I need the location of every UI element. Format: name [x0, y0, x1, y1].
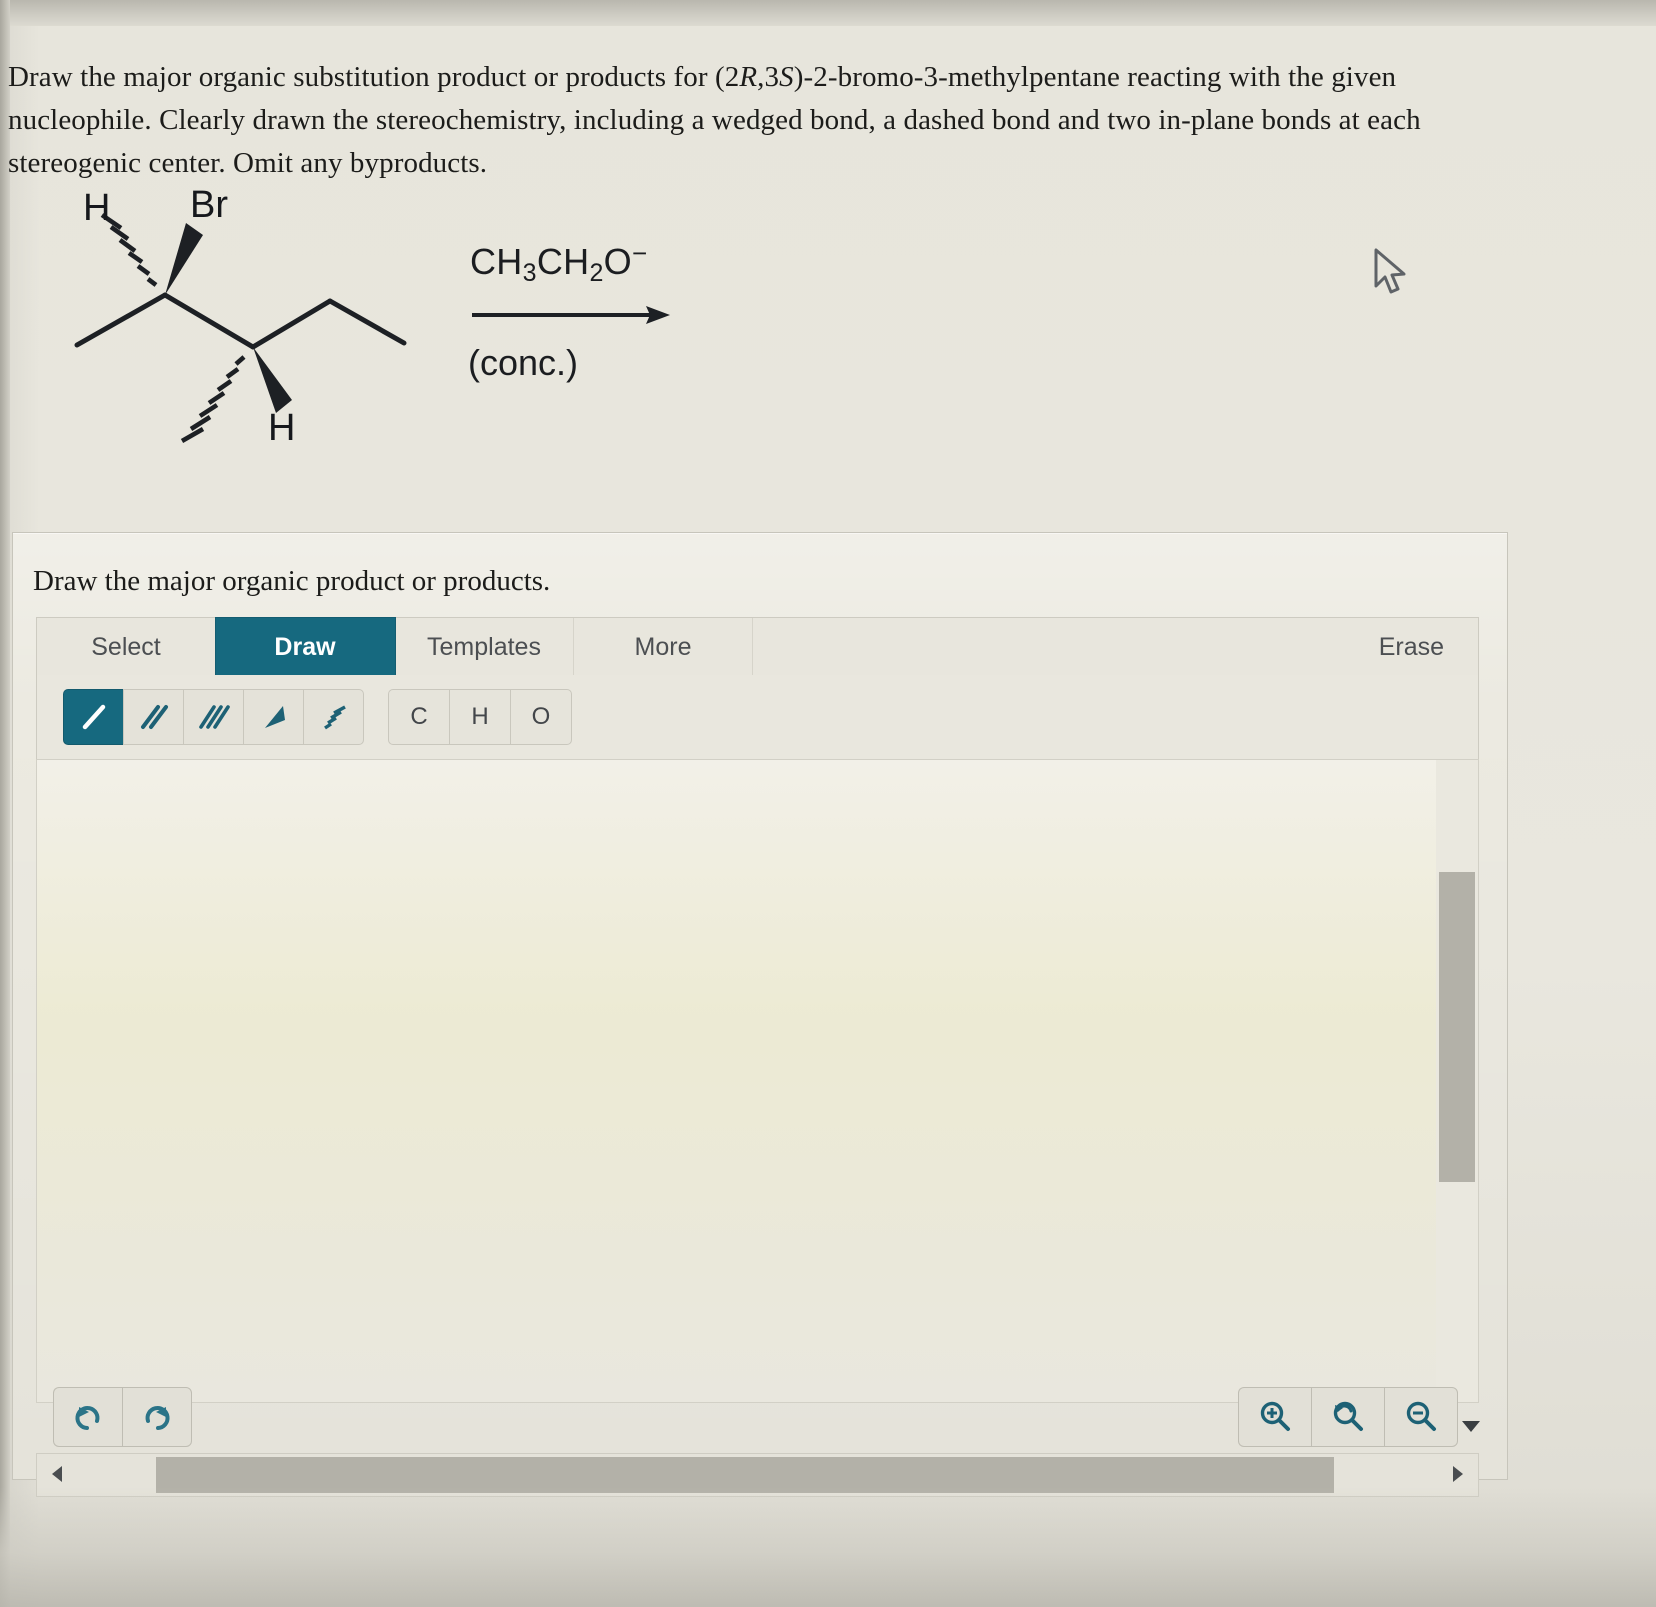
tab-bar-spacer: [753, 618, 1345, 676]
dash-bond-icon: [323, 705, 346, 730]
tab-more[interactable]: More: [574, 618, 753, 676]
reaction-arrow: [470, 295, 675, 335]
wedge-bond-tool[interactable]: [243, 689, 303, 745]
question-line-2: nucleophile. Clearly drawn the stereoche…: [8, 104, 1421, 136]
reagent-charge: −: [631, 238, 648, 268]
question-line-1-part-a: Draw the major organic substitution prod…: [8, 61, 740, 93]
triple-bond-tool[interactable]: [183, 689, 243, 745]
zoom-reset-button[interactable]: [1311, 1387, 1384, 1447]
reagent-formula: CH3CH2O−: [470, 238, 770, 288]
zoom-reset-icon: [1333, 1401, 1363, 1431]
undo-button[interactable]: [53, 1387, 122, 1447]
atom-label-h-bottom: H: [268, 407, 295, 449]
triangle-right-icon: [1453, 1466, 1463, 1482]
reaction-condition: (conc.): [468, 342, 579, 383]
dashed-bond-to-methyl: [180, 355, 246, 443]
wedge-bond-to-bromine: [165, 223, 203, 295]
wedge-bond-to-hydrogen-bottom: [253, 347, 292, 413]
zoom-in-icon: [1260, 1401, 1290, 1431]
descriptor-2R: R: [739, 61, 758, 93]
erase-button[interactable]: Erase: [1345, 618, 1478, 676]
bond-tool-group: [63, 689, 364, 745]
mouse-cursor: [1372, 248, 1414, 298]
triangle-left-icon: [52, 1466, 62, 1482]
zoom-out-icon: [1406, 1401, 1436, 1431]
tab-templates[interactable]: Templates: [395, 618, 574, 676]
reagent-subscript-1: 3: [522, 259, 537, 287]
reagent-subscript-2: 2: [589, 259, 604, 287]
atom-tool-hydrogen[interactable]: H: [449, 689, 510, 745]
reagent-part-1: CH: [470, 241, 523, 282]
atom-tool-group: C H O: [388, 689, 572, 745]
question-line-1-part-b: ,3: [757, 61, 780, 93]
editor-tool-row: C H O: [36, 675, 1479, 760]
vertical-scrollbar-thumb[interactable]: [1439, 872, 1475, 1182]
history-button-group: [53, 1387, 192, 1447]
reagent-part-3: O: [603, 241, 632, 282]
canvas-horizontal-scrollbar[interactable]: [36, 1453, 1479, 1497]
horizontal-scrollbar-thumb[interactable]: [156, 1457, 1334, 1493]
tab-draw[interactable]: Draw: [216, 618, 395, 676]
descriptor-3S: S: [779, 61, 794, 93]
panel-prompt: Draw the major organic product or produc…: [33, 565, 551, 597]
triple-bond-icon: [198, 705, 230, 729]
undo-icon: [75, 1406, 100, 1430]
reagent-part-2: CH: [536, 241, 590, 282]
scroll-right-button[interactable]: [1436, 1454, 1478, 1494]
photo-bottom-shadow: [0, 1487, 1656, 1607]
double-bond-icon: [140, 705, 168, 729]
answer-panel: Draw the major organic product or produc…: [12, 532, 1508, 1497]
single-bond-icon: [82, 704, 105, 730]
atom-label-h-top: H: [83, 187, 110, 229]
canvas-surface[interactable]: [37, 760, 1437, 1402]
zoom-button-group: [1238, 1387, 1458, 1447]
canvas-vertical-scrollbar[interactable]: [1436, 759, 1479, 1403]
redo-button[interactable]: [122, 1387, 192, 1447]
question-line-1-part-c: )-2-bromo-3-methylpentane reacting with …: [793, 61, 1397, 93]
tab-select[interactable]: Select: [37, 618, 216, 676]
wedge-bond-icon: [264, 706, 285, 728]
atom-tool-carbon[interactable]: C: [388, 689, 449, 745]
question-text: Draw the major organic substitution prod…: [8, 56, 1444, 185]
zoom-out-button[interactable]: [1384, 1387, 1458, 1447]
atom-label-br: Br: [190, 184, 228, 226]
chevron-down-icon[interactable]: [1462, 1421, 1480, 1432]
skeletal-bonds: [74, 292, 407, 350]
drawing-canvas[interactable]: [36, 759, 1438, 1403]
editor-tab-bar: Select Draw Templates More Erase: [36, 617, 1479, 677]
atom-tool-oxygen[interactable]: O: [510, 689, 572, 745]
zoom-in-button[interactable]: [1238, 1387, 1311, 1447]
single-bond-tool[interactable]: [63, 689, 123, 745]
dash-bond-tool[interactable]: [303, 689, 364, 745]
double-bond-tool[interactable]: [123, 689, 183, 745]
scroll-left-button[interactable]: [37, 1454, 79, 1494]
page-background: Draw the major organic substitution prod…: [0, 0, 1656, 1607]
photo-top-edge: [0, 0, 1656, 26]
redo-icon: [145, 1406, 170, 1430]
